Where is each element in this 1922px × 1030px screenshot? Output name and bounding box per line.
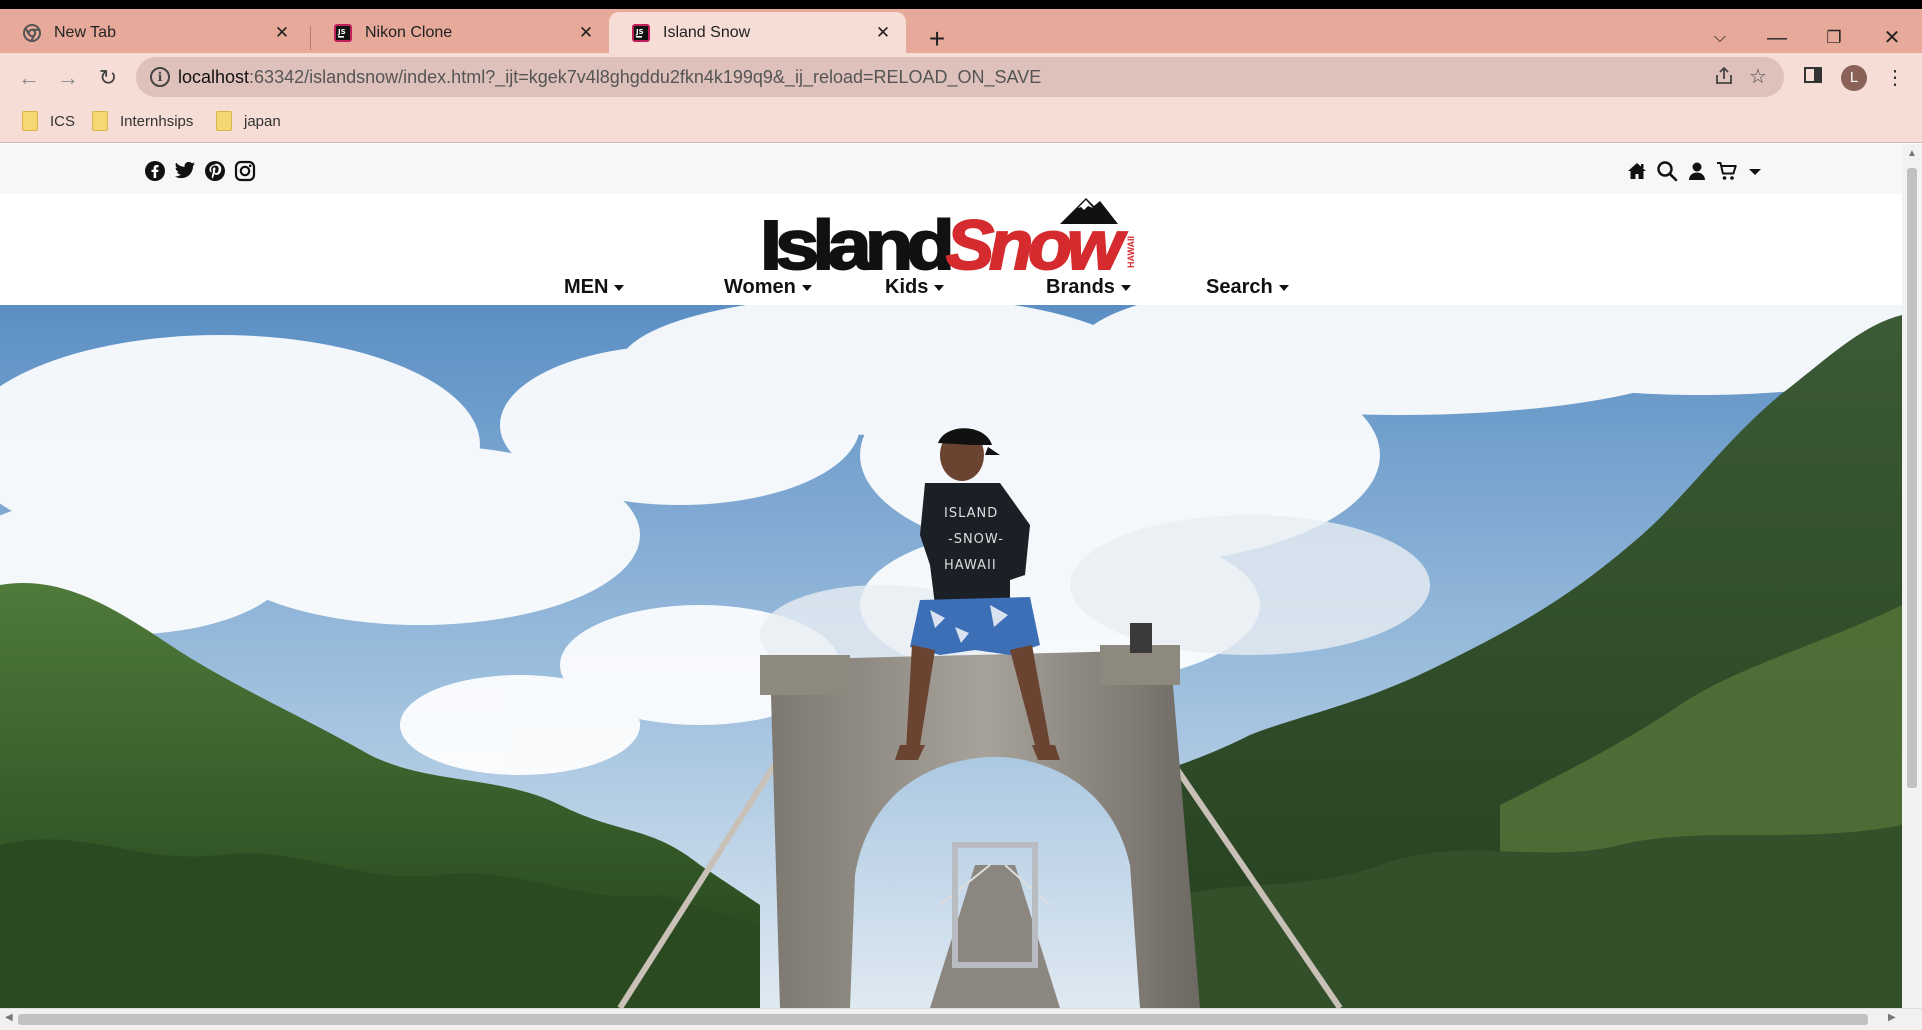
scrollbar-thumb[interactable] [18,1014,1868,1025]
tab-title: Island Snow [663,23,751,41]
scrollbar-thumb[interactable] [1907,168,1917,788]
close-icon[interactable]: ✕ [874,23,892,42]
close-window-button[interactable]: ✕ [1872,23,1912,53]
close-icon[interactable]: ✕ [577,23,595,42]
reload-button[interactable]: ↻ [93,63,123,93]
folder-icon [92,111,108,131]
tab-new-tab[interactable]: New Tab ✕ [0,12,305,53]
nav-label: Search [1206,276,1273,298]
hero-image: ISLAND -SNOW- HAWAII [0,305,1902,1008]
search-icon[interactable] [1656,160,1678,182]
close-icon[interactable]: ✕ [273,23,291,42]
forward-button[interactable]: → [53,63,83,93]
address-url[interactable]: localhost:63342/islandsnow/index.html?_i… [178,67,1041,88]
profile-avatar[interactable]: L [1841,65,1867,91]
share-icon[interactable] [1712,65,1736,89]
bookmark-folder-ics[interactable]: ICS [22,111,75,131]
window-top-edge [0,0,1922,9]
shirt-text: HAWAII [944,558,997,573]
main-navigation: MEN Women Kids Brands Search [0,272,1902,308]
horizontal-scrollbar[interactable]: ◀ ▶ [0,1008,1922,1030]
twitter-icon[interactable] [174,160,196,182]
nav-brands[interactable]: Brands [1046,276,1131,299]
logo-tagline: HAWAII [1126,236,1136,268]
nav-search[interactable]: Search [1206,276,1289,299]
jetbrains-icon: JS [632,23,650,42]
minimize-button[interactable]: — [1757,23,1797,53]
tab-title: New Tab [54,23,116,41]
nav-label: Brands [1046,276,1115,298]
nav-label: Women [724,276,796,298]
bookmark-folder-internhsips[interactable]: Internhsips [92,111,193,131]
tab-strip: New Tab ✕ JS Nikon Clone ✕ JS Island Sno… [0,9,1922,53]
page-viewport: Island Snow HAWAII MEN Women Kids Brands… [0,144,1902,1008]
svg-text:JS: JS [635,28,644,36]
restore-button[interactable]: ❐ [1814,23,1854,53]
home-icon[interactable] [1626,160,1648,182]
bookmarks-bar: ICS Internhsips japan [0,101,1922,143]
menu-icon[interactable]: ⋮ [1880,63,1910,93]
browser-toolbar: ← → ↻ i localhost:63342/islandsnow/index… [0,53,1922,101]
site-info-icon[interactable]: i [150,67,170,87]
caret-down-icon [614,284,625,291]
tab-title: Nikon Clone [365,23,453,41]
bookmark-label: japan [244,112,281,130]
new-tab-button[interactable]: + [922,25,952,55]
caret-down-icon [934,284,945,291]
folder-icon [22,111,38,131]
caret-down-icon [801,284,812,291]
user-icon[interactable] [1686,160,1708,182]
tab-search-icon[interactable]: ⌵ [1700,23,1740,53]
cart-icon[interactable] [1716,160,1738,182]
utility-bar [0,144,1902,194]
facebook-icon[interactable] [144,160,166,182]
jetbrains-icon: JS [334,23,352,42]
nav-label: Kids [885,276,929,298]
tab-nikon-clone[interactable]: JS Nikon Clone ✕ [311,12,609,53]
scroll-right-arrow[interactable]: ▶ [1888,1012,1896,1023]
nav-men[interactable]: MEN [564,276,625,299]
nav-women[interactable]: Women [724,276,812,299]
cart-dropdown-caret-icon[interactable] [1744,160,1766,182]
side-panel-icon[interactable] [1798,63,1828,93]
nav-kids[interactable]: Kids [885,276,945,299]
logo-word-island: Island [760,206,951,276]
url-rest: :63342/islandsnow/index.html?_ijt=kgek7v… [249,67,1042,87]
pinterest-icon[interactable] [204,160,226,182]
back-button[interactable]: ← [14,63,44,93]
bookmark-folder-japan[interactable]: japan [216,111,281,131]
bookmark-label: Internhsips [120,112,194,130]
url-host: localhost [178,67,250,87]
caret-down-icon [1120,284,1131,291]
shirt-text: -SNOW- [948,532,1004,547]
instagram-icon[interactable] [234,160,256,182]
vertical-scrollbar[interactable]: ▲ [1902,144,1922,1008]
svg-text:JS: JS [337,28,346,36]
caret-down-icon [1278,284,1289,291]
shirt-text: ISLAND [944,506,998,521]
folder-icon [216,111,232,131]
scroll-up-arrow[interactable]: ▲ [1902,148,1922,159]
chrome-icon [23,23,41,42]
address-bar[interactable]: i localhost:63342/islandsnow/index.html?… [136,57,1784,97]
nav-label: MEN [564,276,609,298]
bookmark-label: ICS [50,112,76,130]
island-snow-logo[interactable]: Island Snow HAWAII [760,196,1142,276]
bookmark-star-icon[interactable]: ☆ [1746,65,1770,89]
tab-island-snow[interactable]: JS Island Snow ✕ [609,12,906,53]
scroll-left-arrow[interactable]: ◀ [5,1012,13,1023]
